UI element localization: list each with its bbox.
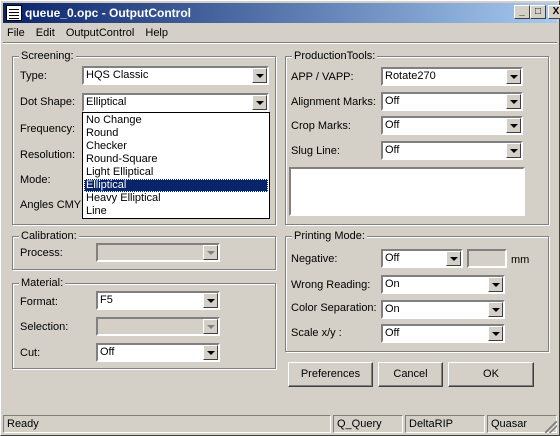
chevron-down-icon[interactable] (488, 326, 503, 341)
negative-select[interactable]: Off (381, 249, 463, 268)
frequency-label: Frequency: (20, 123, 76, 135)
dot-shape-option[interactable]: Round (84, 127, 268, 140)
maximize-button[interactable]: □ (530, 5, 546, 19)
chevron-down-icon[interactable] (506, 143, 521, 158)
chevron-down-icon[interactable] (203, 345, 218, 360)
color-separation-value: On (385, 303, 400, 315)
process-select[interactable] (96, 243, 220, 262)
dot-shape-option[interactable]: Round-Square (84, 153, 268, 166)
mm-unit-label: mm (511, 254, 530, 266)
menu-edit[interactable]: Edit (32, 24, 59, 42)
menu-bar: File Edit OutputControl Help (3, 24, 557, 42)
status-query: Q_Query (333, 415, 403, 433)
chevron-down-icon[interactable] (488, 302, 503, 317)
chevron-down-icon[interactable] (488, 277, 503, 292)
dot-shape-select[interactable]: Elliptical (82, 93, 269, 112)
negative-mm-input[interactable] (467, 249, 507, 268)
slug-line-textarea[interactable] (289, 167, 525, 216)
chevron-down-icon[interactable] (252, 95, 267, 110)
mode-label: Mode: (20, 174, 51, 186)
scale-label: Scale x/y : (291, 327, 342, 339)
chevron-down-icon (203, 245, 218, 260)
menu-file[interactable]: File (3, 24, 29, 42)
dot-shape-option[interactable]: Checker (84, 140, 268, 153)
menu-separator (3, 42, 557, 44)
negative-label: Negative: (291, 253, 338, 265)
chevron-down-icon[interactable] (506, 69, 521, 84)
color-separation-label: Color Separation: (291, 302, 377, 314)
format-label: Format: (20, 296, 58, 308)
printing-mode-legend: Printing Mode: (292, 230, 367, 242)
negative-value: Off (385, 252, 400, 264)
dot-shape-option[interactable]: No Change (84, 114, 268, 127)
cancel-button[interactable]: Cancel (378, 362, 443, 387)
chevron-down-icon[interactable] (506, 118, 521, 133)
close-button[interactable]: X (548, 5, 560, 19)
cut-value: Off (100, 346, 115, 358)
type-value: HQS Classic (86, 69, 149, 81)
alignment-marks-select[interactable]: Off (381, 92, 523, 111)
app-vapp-value: Rotate270 (385, 70, 436, 82)
dot-shape-option-selected[interactable]: Elliptical (84, 179, 268, 192)
selection-label: Selection: (20, 321, 69, 333)
menu-outputcontrol[interactable]: OutputControl (62, 24, 138, 42)
chevron-down-icon[interactable] (506, 94, 521, 109)
screening-legend: Screening: (19, 50, 76, 62)
scale-value: Off (385, 327, 400, 339)
crop-marks-value: Off (385, 119, 400, 131)
minimize-button[interactable]: _ (514, 5, 530, 19)
main-window: queue_0.opc - OutputControl _ □ X File E… (0, 0, 560, 436)
dot-shape-option[interactable]: Heavy Elliptical (84, 192, 268, 205)
app-vapp-select[interactable]: Rotate270 (381, 67, 523, 86)
alignment-marks-label: Alignment Marks: (291, 96, 376, 108)
dot-shape-label: Dot Shape: (20, 96, 76, 108)
chevron-down-icon[interactable] (252, 68, 267, 83)
status-rip: DeltaRIP (405, 415, 485, 433)
ok-button[interactable]: OK (448, 362, 534, 387)
type-select[interactable]: HQS Classic (82, 66, 269, 85)
slug-line-select[interactable]: Off (381, 141, 523, 160)
resize-grip-icon[interactable] (545, 421, 557, 433)
cut-label: Cut: (20, 347, 41, 359)
chevron-down-icon (203, 319, 218, 334)
dot-shape-option[interactable]: Light Elliptical (84, 166, 268, 179)
wrong-reading-value: On (385, 278, 400, 290)
material-legend: Material: (19, 277, 66, 289)
slug-line-label: Slug Line: (291, 145, 340, 157)
process-label: Process: (20, 247, 63, 259)
alignment-marks-value: Off (385, 95, 400, 107)
status-text: Ready (3, 415, 331, 433)
title-bar[interactable]: queue_0.opc - OutputControl _ □ X (3, 3, 560, 23)
chevron-down-icon[interactable] (203, 293, 218, 308)
wrong-reading-select[interactable]: On (381, 275, 505, 294)
crop-marks-select[interactable]: Off (381, 116, 523, 135)
cut-select[interactable]: Off (96, 343, 220, 362)
production-tools-legend: ProductionTools: (292, 50, 378, 62)
chevron-down-icon[interactable] (446, 251, 461, 266)
slug-line-value: Off (385, 144, 400, 156)
type-label: Type: (20, 70, 47, 82)
crop-marks-label: Crop Marks: (291, 120, 351, 132)
preferences-button[interactable]: Preferences (288, 362, 373, 387)
color-separation-select[interactable]: On (381, 300, 505, 319)
dot-shape-option[interactable]: Line (84, 205, 268, 218)
menu-help[interactable]: Help (141, 24, 172, 42)
app-vapp-label: APP / VAPP: (291, 71, 354, 83)
dot-shape-dropdown-list[interactable]: No Change Round Checker Round-Square Lig… (82, 112, 270, 219)
calibration-legend: Calibration: (19, 230, 79, 242)
format-select[interactable]: F5 (96, 291, 220, 310)
wrong-reading-label: Wrong Reading: (291, 279, 371, 291)
resolution-label: Resolution: (20, 149, 76, 161)
angles-label: Angles CMYK: (20, 199, 92, 211)
scale-select[interactable]: Off (381, 324, 505, 343)
dot-shape-value: Elliptical (86, 96, 127, 108)
app-icon[interactable] (6, 5, 22, 21)
selection-select[interactable] (96, 317, 220, 336)
window-title: queue_0.opc - OutputControl (25, 6, 191, 20)
format-value: F5 (100, 294, 113, 306)
